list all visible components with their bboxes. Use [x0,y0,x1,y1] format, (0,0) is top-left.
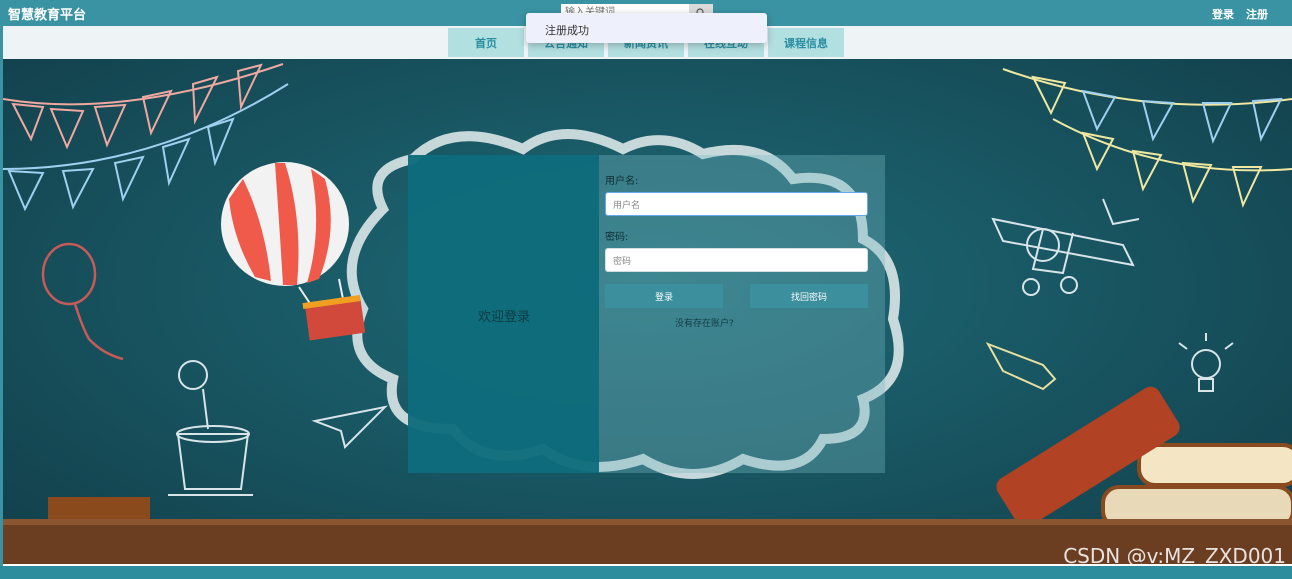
eraser [48,497,150,521]
balloon-sketch [41,242,124,361]
username-field[interactable]: 用户名 [605,192,868,216]
bunting-right [1002,68,1292,208]
books-illustration [996,386,1292,529]
login-welcome-panel: 欢迎登录 [408,155,599,473]
toast-message: 注册成功 [526,13,767,43]
lightbulb-sketch [1178,333,1234,392]
chalk-ledge-top [3,519,1292,525]
username-label: 用户名: [605,176,639,187]
auth-links: 登录 注册 [1212,6,1268,22]
rocket-sketch [985,342,1057,391]
bottom-bar [0,566,1292,579]
paper-plane-sketch [311,405,389,449]
login-form: 用户名: 用户名 密码: 密码 登录 找回密码 没有存在账户? [599,155,885,473]
watermark: CSDN @v:MZ_ZXD001 [1063,544,1286,568]
welcome-text: 欢迎登录 [478,310,531,325]
site-title[interactable]: 智慧教育平台 [8,4,86,23]
airplane-sketch [991,198,1140,296]
forgot-password-button[interactable]: 找回密码 [750,284,868,308]
password-field[interactable]: 密码 [605,248,868,272]
flower-pot-sketch [168,360,253,496]
register-link[interactable]: 注册 [1246,6,1268,22]
login-panel: 欢迎登录 用户名: 用户名 密码: 密码 登录 找回密码 没有存在账户? [408,155,885,473]
password-label: 密码: [605,232,629,243]
nav-item-courses[interactable]: 课程信息 [768,28,844,57]
hero-background: 欢迎登录 用户名: 用户名 密码: 密码 登录 找回密码 没有存在账户? [3,59,1292,564]
login-link[interactable]: 登录 [1212,6,1234,22]
hot-air-balloon [221,162,366,341]
nav-item-home[interactable]: 首页 [448,28,524,57]
no-account-link[interactable]: 没有存在账户? [675,316,734,329]
login-button[interactable]: 登录 [605,284,723,308]
